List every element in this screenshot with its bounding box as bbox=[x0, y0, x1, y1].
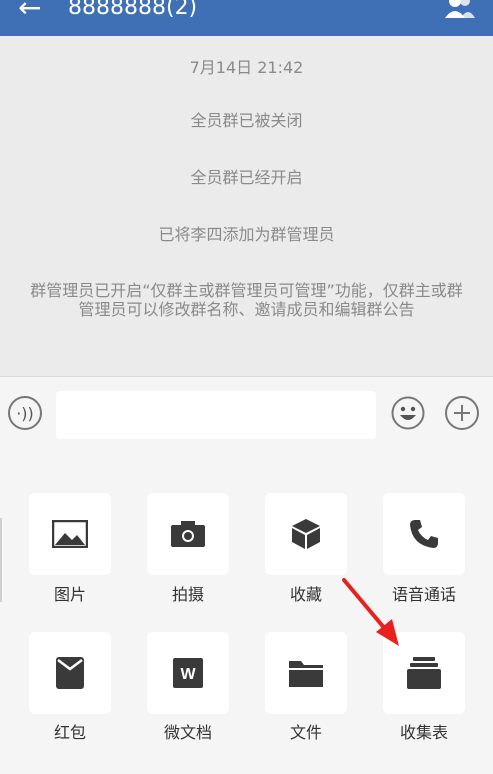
system-message: 群管理员已开启“仅群主或群管理员可管理”功能，仅群主或群管理员可以修改群名称、邀… bbox=[30, 281, 463, 319]
message-input[interactable] bbox=[56, 391, 376, 439]
tool-file[interactable] bbox=[265, 632, 347, 714]
tool-favorite[interactable] bbox=[265, 493, 347, 575]
tool-label: 收藏 bbox=[289, 585, 322, 604]
tool-collection-form[interactable] bbox=[383, 632, 465, 714]
camera-icon bbox=[171, 521, 205, 547]
folder-icon bbox=[289, 661, 323, 687]
system-message: 全员群已被关闭 bbox=[190, 111, 303, 130]
tool-label: 拍摄 bbox=[171, 585, 204, 604]
chat-title: 8888888(2) bbox=[68, 0, 198, 20]
tool-label: 收集表 bbox=[399, 723, 448, 742]
tool-wdoc[interactable]: W bbox=[147, 632, 229, 714]
collection-form-icon bbox=[407, 657, 441, 689]
system-message: 已将李四添加为群管理员 bbox=[158, 225, 335, 244]
tool-label: 红包 bbox=[53, 723, 86, 742]
timestamp: 7月14日 21:42 bbox=[189, 58, 304, 77]
phone-icon bbox=[410, 520, 438, 548]
image-icon bbox=[52, 520, 88, 548]
tool-label: 文件 bbox=[289, 723, 322, 742]
red-packet-icon bbox=[56, 657, 84, 689]
back-arrow-icon[interactable]: ← bbox=[18, 0, 41, 22]
svg-text:W: W bbox=[180, 666, 196, 683]
tool-camera[interactable] bbox=[147, 493, 229, 575]
wdoc-icon: W bbox=[173, 658, 203, 688]
voice-input-icon[interactable]: ·)) bbox=[8, 396, 42, 430]
tool-voice-call[interactable] bbox=[383, 493, 465, 575]
tool-label: 图片 bbox=[53, 585, 86, 604]
message-area: 7月14日 21:42 全员群已被关闭 全员群已经开启 已将李四添加为群管理员 … bbox=[0, 36, 493, 376]
input-bar: ·)) bbox=[0, 376, 493, 453]
group-members-icon[interactable] bbox=[443, 0, 477, 18]
tool-label: 语音通话 bbox=[391, 585, 456, 604]
tool-label: 微文档 bbox=[163, 723, 212, 742]
more-plus-icon[interactable] bbox=[445, 396, 479, 430]
tool-image[interactable] bbox=[29, 493, 111, 575]
tool-red-packet[interactable] bbox=[29, 632, 111, 714]
favorite-box-icon bbox=[292, 519, 320, 549]
top-bar: ← 8888888(2) bbox=[0, 0, 493, 36]
emoji-icon[interactable] bbox=[391, 396, 425, 430]
panel-edge-indicator bbox=[0, 518, 2, 602]
system-message: 全员群已经开启 bbox=[190, 168, 303, 187]
